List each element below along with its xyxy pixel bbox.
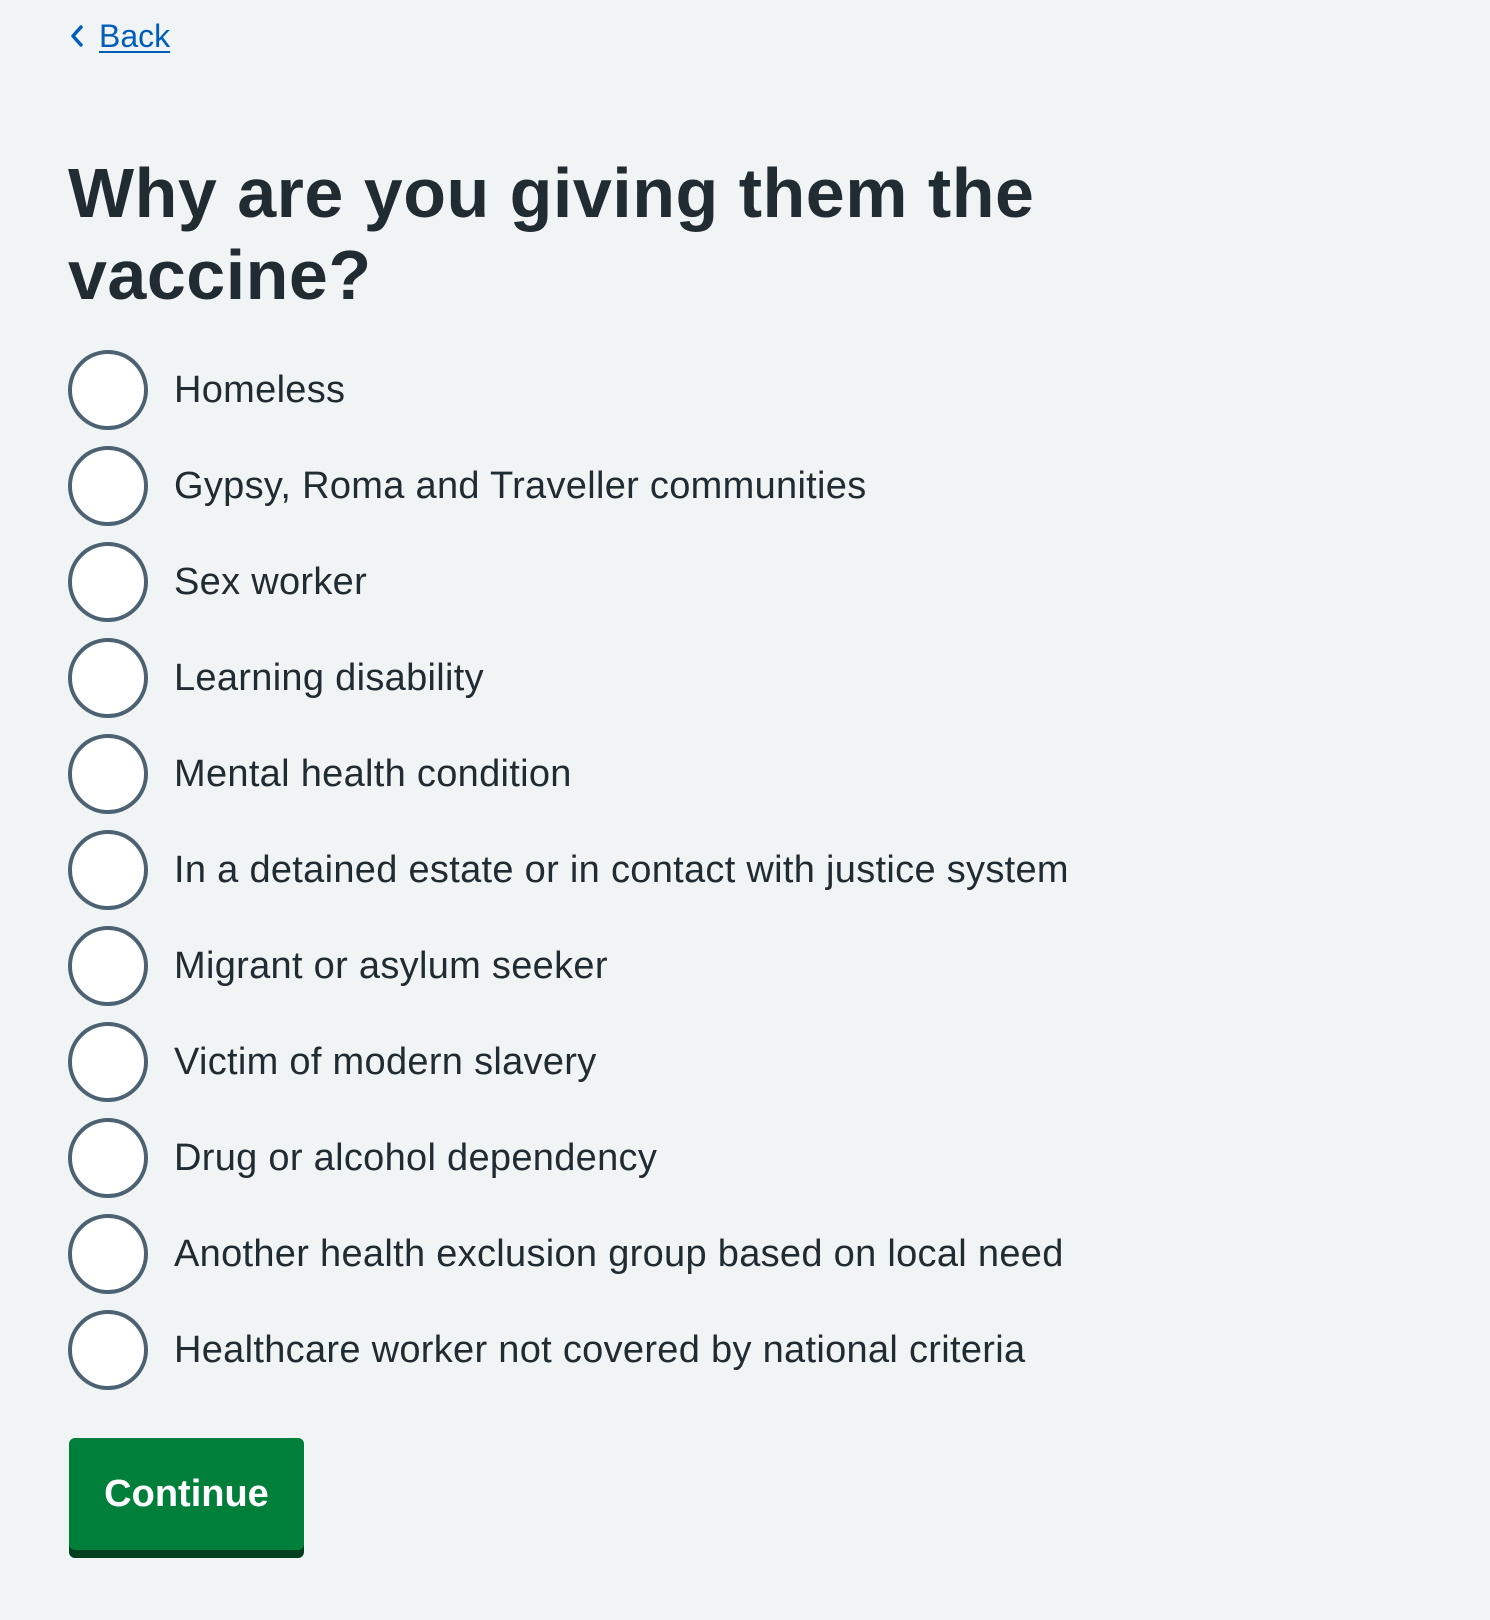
radio-label[interactable]: Sex worker bbox=[174, 560, 367, 604]
back-link-label: Back bbox=[99, 18, 171, 54]
radio-label[interactable]: Learning disability bbox=[174, 656, 484, 700]
radio-button[interactable] bbox=[68, 638, 148, 718]
radio-label[interactable]: Mental health condition bbox=[174, 752, 572, 796]
radio-label[interactable]: Healthcare worker not covered by nationa… bbox=[174, 1328, 1025, 1372]
radio-label[interactable]: Homeless bbox=[174, 368, 345, 412]
radio-button[interactable] bbox=[68, 446, 148, 526]
radio-button[interactable] bbox=[68, 1310, 148, 1390]
radio-option-sex-worker[interactable]: Sex worker bbox=[68, 542, 1368, 622]
page: Back Why are you giving them the vaccine… bbox=[0, 0, 1490, 1620]
radio-label[interactable]: Victim of modern slavery bbox=[174, 1040, 597, 1084]
chevron-left-icon bbox=[71, 25, 83, 47]
radio-button[interactable] bbox=[68, 926, 148, 1006]
radio-option-healthcare-worker[interactable]: Healthcare worker not covered by nationa… bbox=[68, 1310, 1368, 1390]
radio-button[interactable] bbox=[68, 734, 148, 814]
page-title: Why are you giving them the vaccine? bbox=[68, 154, 1035, 314]
radio-option-modern-slavery[interactable]: Victim of modern slavery bbox=[68, 1022, 1368, 1102]
radio-option-learning-disability[interactable]: Learning disability bbox=[68, 638, 1368, 718]
radio-option-local-need[interactable]: Another health exclusion group based on … bbox=[68, 1214, 1368, 1294]
radio-group: Homeless Gypsy, Roma and Traveller commu… bbox=[68, 350, 1368, 1406]
radio-label[interactable]: Another health exclusion group based on … bbox=[174, 1232, 1064, 1276]
radio-label[interactable]: Gypsy, Roma and Traveller communities bbox=[174, 464, 867, 508]
radio-option-migrant-asylum[interactable]: Migrant or asylum seeker bbox=[68, 926, 1368, 1006]
radio-button[interactable] bbox=[68, 1214, 148, 1294]
radio-label[interactable]: In a detained estate or in contact with … bbox=[174, 848, 1069, 892]
radio-button[interactable] bbox=[68, 830, 148, 910]
radio-option-gypsy-roma-traveller[interactable]: Gypsy, Roma and Traveller communities bbox=[68, 446, 1368, 526]
radio-label[interactable]: Migrant or asylum seeker bbox=[174, 944, 608, 988]
radio-option-mental-health[interactable]: Mental health condition bbox=[68, 734, 1368, 814]
radio-button[interactable] bbox=[68, 1022, 148, 1102]
radio-label[interactable]: Drug or alcohol dependency bbox=[174, 1136, 657, 1180]
radio-button[interactable] bbox=[68, 542, 148, 622]
continue-button[interactable]: Continue bbox=[69, 1438, 304, 1550]
radio-option-drug-alcohol[interactable]: Drug or alcohol dependency bbox=[68, 1118, 1368, 1198]
radio-button[interactable] bbox=[68, 350, 148, 430]
radio-option-homeless[interactable]: Homeless bbox=[68, 350, 1368, 430]
radio-button[interactable] bbox=[68, 1118, 148, 1198]
radio-option-detained-estate[interactable]: In a detained estate or in contact with … bbox=[68, 830, 1368, 910]
back-link[interactable]: Back bbox=[69, 16, 170, 56]
